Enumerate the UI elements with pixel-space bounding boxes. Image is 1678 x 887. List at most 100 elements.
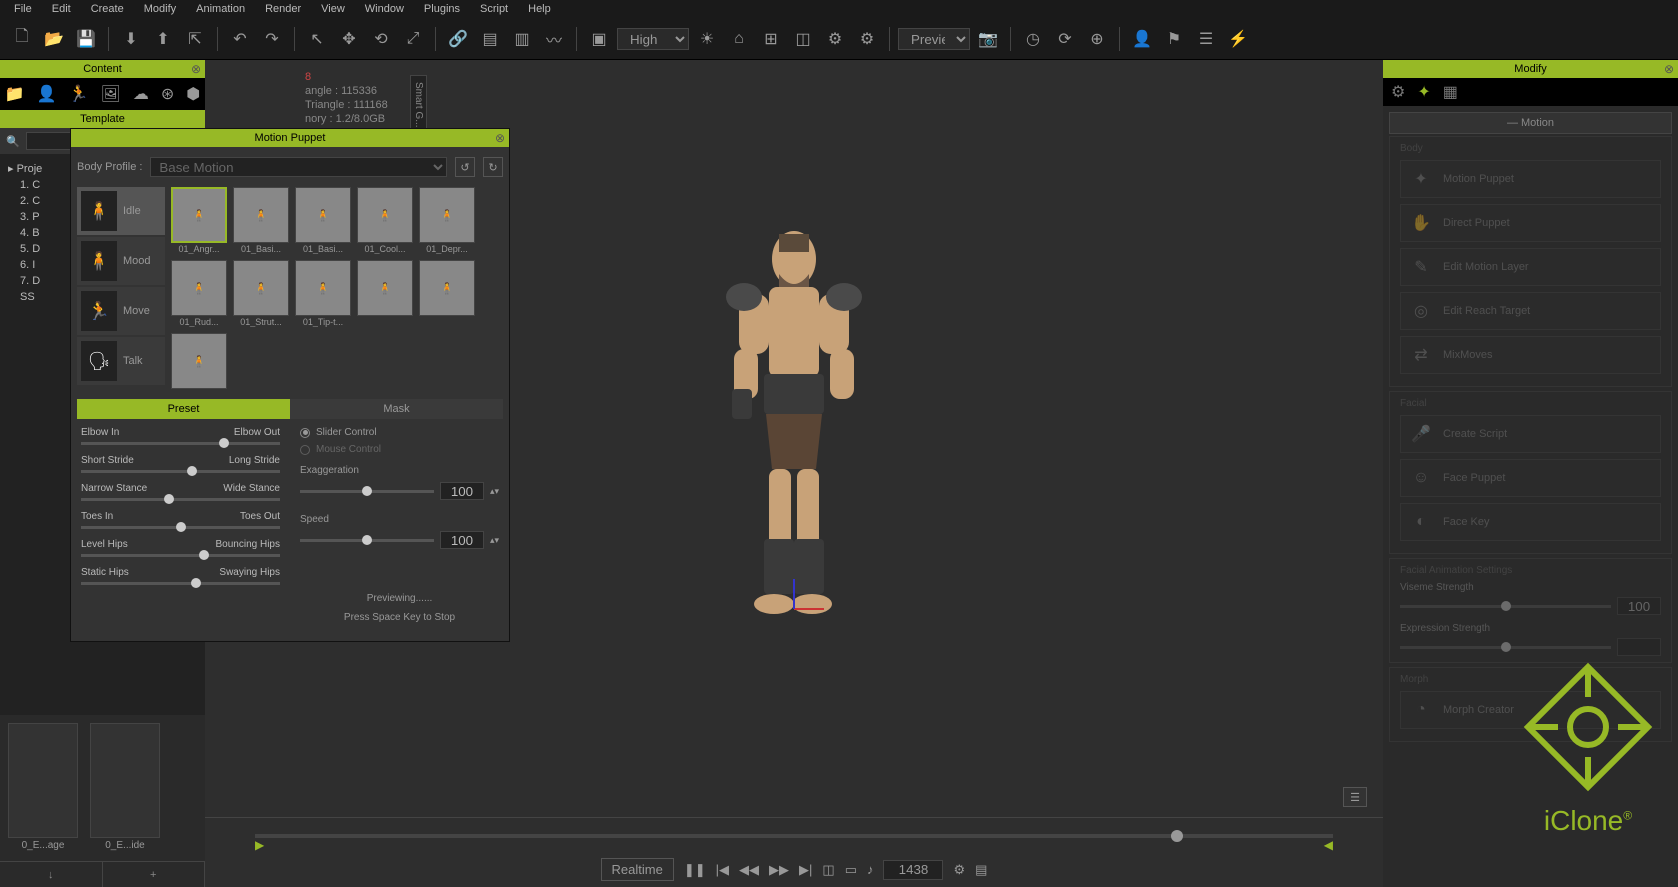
opt1-icon[interactable]: ⚙ — [821, 25, 849, 53]
menu-view[interactable]: View — [311, 3, 355, 15]
last-frame-icon[interactable]: ▶| — [799, 862, 812, 878]
smart-gallery-tab[interactable]: Smart G... — [410, 75, 427, 135]
preset-item[interactable]: 🧍01_Strut... — [233, 260, 289, 327]
flag-icon[interactable]: ⚑ — [1160, 25, 1188, 53]
folder-icon[interactable]: 📁 — [5, 84, 25, 104]
preset-item[interactable]: 🧍01_Cool... — [357, 187, 413, 254]
actor-icon[interactable]: 👤 — [37, 84, 57, 104]
undo-icon[interactable]: ↶ — [226, 25, 254, 53]
first-frame-icon[interactable]: |◀ — [716, 862, 729, 878]
add-button[interactable]: + — [103, 862, 206, 887]
menu-render[interactable]: Render — [255, 3, 311, 15]
menu-help[interactable]: Help — [518, 3, 561, 15]
close-icon[interactable]: ⊗ — [495, 131, 505, 145]
globe-icon[interactable]: ⊕ — [1083, 25, 1111, 53]
face-key-button[interactable]: ◐Face Key — [1400, 503, 1661, 541]
preset-item[interactable]: 🧍01_Angr... — [171, 187, 227, 254]
link-icon[interactable]: 🔗 — [444, 25, 472, 53]
close-icon[interactable]: ⊗ — [1664, 62, 1674, 76]
pose-icon[interactable]: ✦ — [1417, 82, 1430, 102]
image-icon[interactable]: 🖼 — [101, 84, 121, 104]
category-move[interactable]: 🏃Move — [77, 287, 165, 335]
export2-icon[interactable]: ⇱ — [181, 25, 209, 53]
preset-item[interactable]: 🧍 — [171, 333, 227, 389]
rotate-icon[interactable]: ⟲ — [367, 25, 395, 53]
level-hips-slider[interactable] — [81, 554, 280, 557]
toes-in-slider[interactable] — [81, 526, 280, 529]
viseme-input[interactable] — [1617, 597, 1661, 615]
thumb-item[interactable]: 0_E...ide — [90, 723, 160, 853]
refresh-icon[interactable]: ⟳ — [1051, 25, 1079, 53]
preset-item[interactable]: 🧍01_Tip-t... — [295, 260, 351, 327]
timeline-end[interactable]: ◀ — [1324, 838, 1333, 852]
import-icon[interactable]: ⬇ — [117, 25, 145, 53]
audio-icon[interactable]: ♪ — [867, 862, 874, 877]
preset-item[interactable]: 🧍 — [357, 260, 413, 327]
search-icon[interactable]: 🔍 — [6, 135, 20, 148]
preset-item[interactable]: 🧍01_Basi... — [233, 187, 289, 254]
open-icon[interactable]: 📂 — [40, 25, 68, 53]
display-icon[interactable]: ▣ — [585, 25, 613, 53]
preset-item[interactable]: 🧍 — [419, 260, 475, 327]
prop-icon[interactable]: ⬢ — [186, 84, 200, 104]
menu-create[interactable]: Create — [81, 3, 134, 15]
align2-icon[interactable]: ▥ — [508, 25, 536, 53]
body-profile-select[interactable]: Base Motion — [150, 157, 447, 177]
preview-select[interactable]: Preview — [898, 28, 970, 50]
static-hips-slider[interactable] — [81, 582, 280, 585]
light-icon[interactable]: ☀ — [693, 25, 721, 53]
prev-frame-icon[interactable]: ◀◀ — [739, 862, 759, 878]
wave-icon[interactable]: 〰 — [540, 25, 568, 53]
refresh-icon[interactable]: ↻ — [483, 157, 503, 177]
move-icon[interactable]: ✥ — [335, 25, 363, 53]
category-talk[interactable]: 🗣Talk — [77, 337, 165, 385]
timeline-start[interactable]: ▶ — [255, 838, 264, 852]
edit-reach-target-button[interactable]: ◎Edit Reach Target — [1400, 292, 1661, 330]
motion-puppet-button[interactable]: ✦Motion Puppet — [1400, 160, 1661, 198]
close-icon[interactable]: ⊗ — [191, 62, 201, 76]
sky-icon[interactable]: ☁ — [133, 84, 149, 104]
menu-file[interactable]: File — [4, 3, 42, 15]
home-icon[interactable]: ⌂ — [725, 25, 753, 53]
tab-mask[interactable]: Mask — [290, 399, 503, 419]
timeline-playhead[interactable] — [1171, 830, 1183, 842]
expression-input[interactable] — [1617, 638, 1661, 656]
direct-puppet-button[interactable]: ✋Direct Puppet — [1400, 204, 1661, 242]
mixmoves-button[interactable]: ⇄MixMoves — [1400, 336, 1661, 374]
viseme-slider[interactable] — [1400, 605, 1611, 608]
motion-puppet-header[interactable]: Motion Puppet ⊗ — [71, 129, 509, 147]
viewport-menu-icon[interactable]: ☰ — [1343, 787, 1367, 807]
preset-item[interactable]: 🧍01_Basi... — [295, 187, 351, 254]
range-icon[interactable]: ▭ — [845, 862, 857, 878]
realtime-button[interactable]: Realtime — [601, 858, 674, 881]
preset-item[interactable]: 🧍01_Depr... — [419, 187, 475, 254]
preset-item[interactable]: 🧍01_Rud... — [171, 260, 227, 327]
download-button[interactable]: ↓ — [0, 862, 103, 887]
save-icon[interactable]: 💾 — [72, 25, 100, 53]
clock-icon[interactable]: ◷ — [1019, 25, 1047, 53]
list-icon[interactable]: ☰ — [1192, 25, 1220, 53]
face-puppet-button[interactable]: ☺Face Puppet — [1400, 459, 1661, 497]
new-icon[interactable]: 🗋 — [8, 25, 36, 53]
expression-slider[interactable] — [1400, 646, 1611, 649]
pause-icon[interactable]: ❚❚ — [684, 862, 706, 878]
camera-icon[interactable]: 📷 — [974, 25, 1002, 53]
select-icon[interactable]: ↖ — [303, 25, 331, 53]
tab-preset[interactable]: Preset — [77, 399, 290, 419]
narrow-stance-slider[interactable] — [81, 498, 280, 501]
menu-script[interactable]: Script — [470, 3, 518, 15]
user-icon[interactable]: 👤 — [1128, 25, 1156, 53]
menu-modify[interactable]: Modify — [134, 3, 186, 15]
menu-window[interactable]: Window — [355, 3, 414, 15]
exaggeration-input[interactable] — [440, 482, 484, 500]
short-stride-slider[interactable] — [81, 470, 280, 473]
speed-slider[interactable] — [300, 539, 434, 542]
snap-icon[interactable]: ◫ — [789, 25, 817, 53]
slider-control-radio[interactable]: Slider Control — [300, 427, 499, 438]
bone-icon[interactable]: ⚡ — [1224, 25, 1252, 53]
speed-input[interactable] — [440, 531, 484, 549]
opt2-icon[interactable]: ⚙ — [853, 25, 881, 53]
menu-animation[interactable]: Animation — [186, 3, 255, 15]
timeline-panel-icon[interactable]: ▤ — [975, 862, 987, 878]
sliders-icon[interactable]: ⚙ — [1391, 82, 1405, 102]
